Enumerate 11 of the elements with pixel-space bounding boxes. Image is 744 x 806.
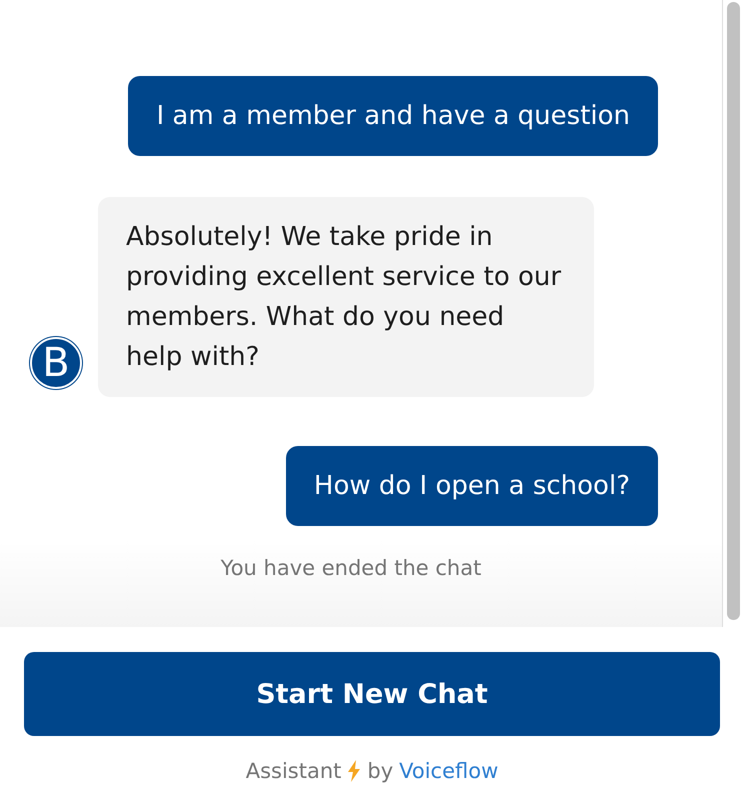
- bot-message: Absolutely! We take pride in providing excellent service to our members. What do you need help with?: [98, 197, 594, 397]
- lightning-icon: [347, 760, 362, 782]
- status-message: You have ended the chat: [220, 556, 482, 580]
- user-message: How do I open a school?: [286, 446, 658, 526]
- voiceflow-link[interactable]: Voiceflow: [399, 759, 498, 783]
- avatar: B: [30, 337, 82, 389]
- start-new-chat-button[interactable]: Start New Chat: [24, 652, 720, 736]
- scrollbar[interactable]: [722, 0, 744, 627]
- footer-label: Assistant: [246, 759, 342, 783]
- footer-text: by: [367, 759, 394, 783]
- user-message: I am a member and have a question: [128, 76, 658, 156]
